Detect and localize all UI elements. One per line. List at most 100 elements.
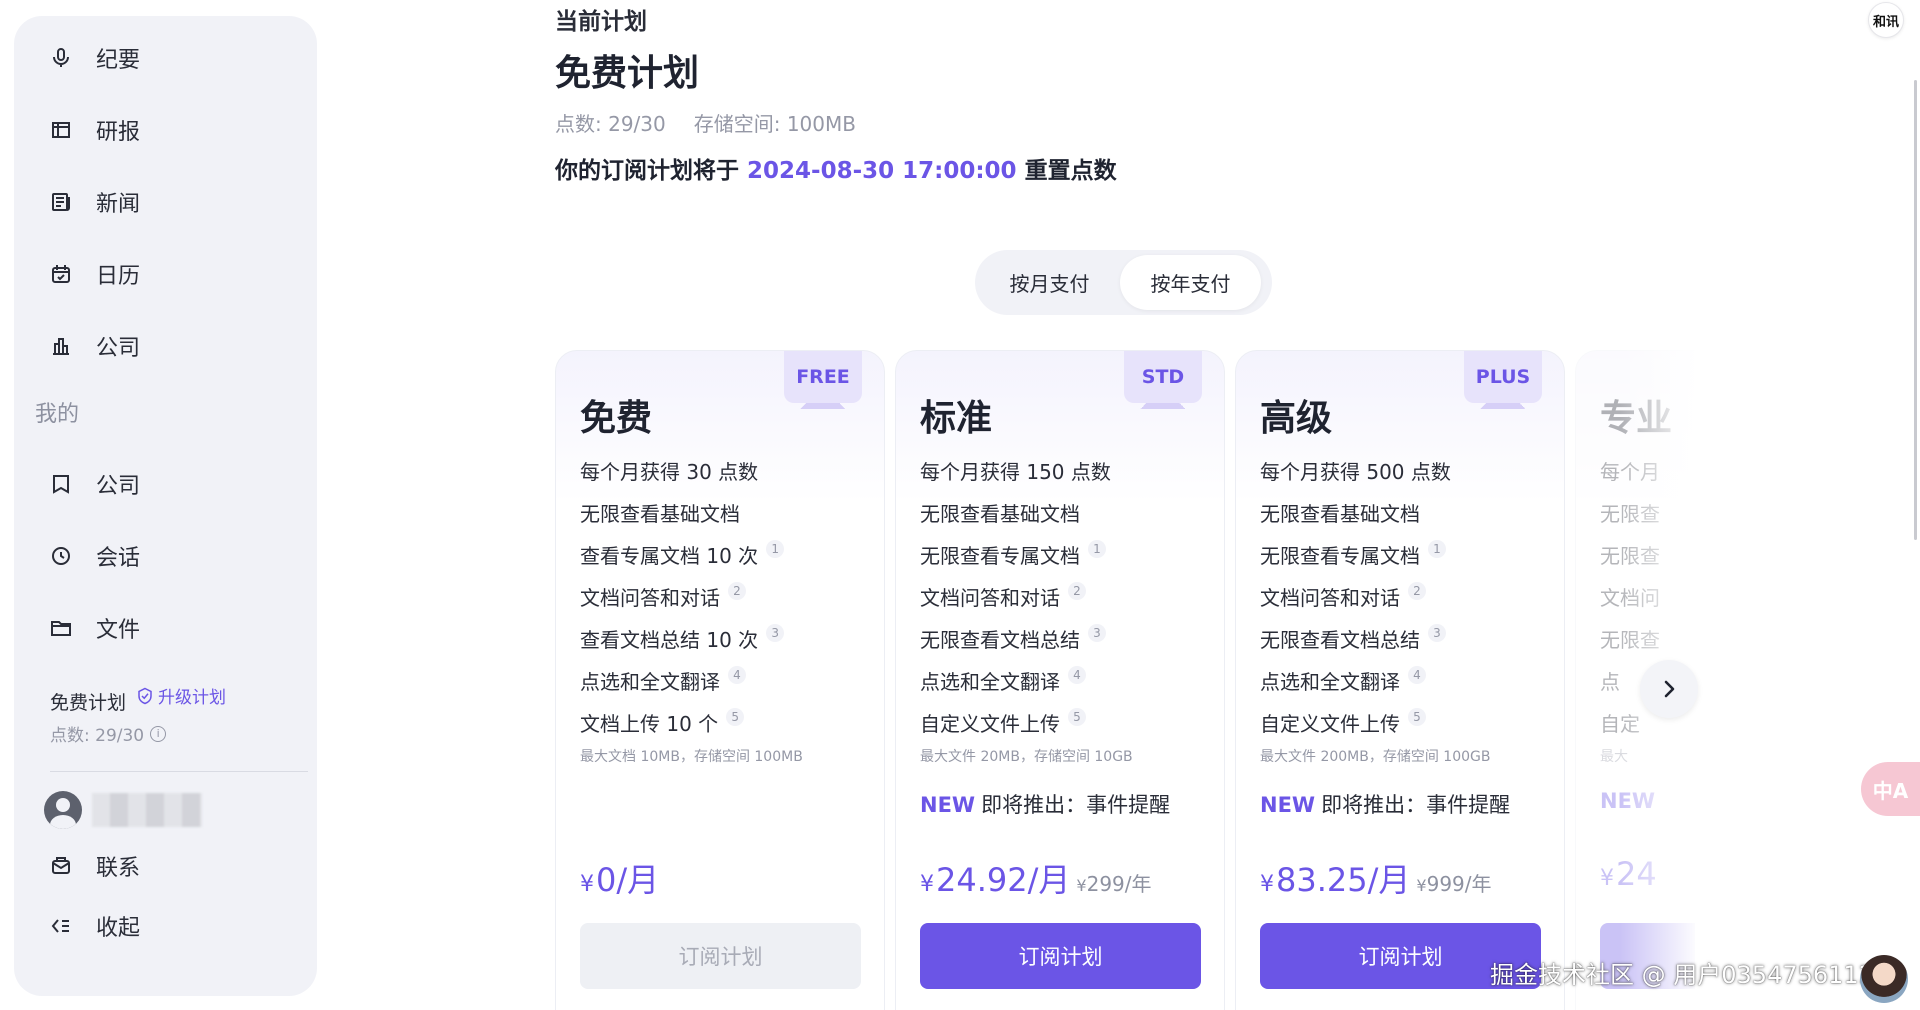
sidebar-bottom-item-1[interactable]: 收起 (14, 896, 317, 956)
plan-name: 免费 (580, 398, 653, 439)
chevron-right-icon (1664, 680, 1675, 698)
collapse-icon (48, 913, 74, 939)
footnote-marker[interactable]: 5 (726, 708, 745, 726)
plan-feature: 查看文档总结 10 次 3 (580, 619, 803, 661)
footnote-marker[interactable]: 1 (1088, 540, 1106, 558)
plan-feature: 文档问答和对话 2 (920, 577, 1170, 619)
plan-feature-text: 每个月获得 30 点数 (580, 460, 759, 484)
sidebar-my-nav: 公司 会话 文件 (14, 448, 317, 664)
plan-feature-text: 文档问答和对话 (920, 586, 1060, 610)
storage-info: 存储空间: 100MB (693, 112, 856, 136)
plan-feature-text: 文档问答和对话 (580, 586, 720, 610)
scrollbar[interactable] (1914, 80, 1917, 540)
sidebar-item-4[interactable]: 公司 (14, 310, 317, 382)
footnote-marker[interactable]: 3 (1428, 624, 1446, 642)
new-tag: NEW (1260, 793, 1316, 817)
yearly-currency: ¥ (1416, 876, 1427, 895)
sidebar-plan-name: 免费计划 (50, 692, 127, 714)
sidebar-item-label: 研报 (96, 120, 141, 145)
price-yearly: ¥999/年 (1416, 868, 1491, 897)
price-currency: ¥ (1260, 872, 1274, 897)
plan-feature: 点选和全文翻译 4 (1260, 661, 1510, 703)
sidebar-my-item-1[interactable]: 会话 (14, 520, 317, 592)
sidebar-item-label: 纪要 (96, 48, 141, 73)
news-icon (48, 189, 74, 215)
plan-feature: 文档上传 10 个 5 (580, 703, 803, 745)
info-icon[interactable]: i (150, 725, 167, 742)
plan-feature: 每个月获得 500 点数 (1260, 451, 1510, 493)
footnote-marker[interactable]: 1 (1428, 540, 1446, 558)
sidebar-my-item-0[interactable]: 公司 (14, 448, 317, 520)
plan-feature-text: 无限查看文档总结 (920, 628, 1080, 652)
mic-icon (48, 45, 74, 71)
yearly-currency: ¥ (1076, 876, 1087, 895)
upgrade-plan-label: 升级计划 (158, 688, 227, 708)
footnote-marker[interactable]: 5 (1068, 708, 1086, 726)
footnote-marker[interactable]: 3 (1088, 624, 1106, 642)
pricing-page: 纪要 研报 新闻 日历 公司 我的 公司 会话 文件 免费计划 升级计划 点数: 29/30… (0, 0, 1920, 1010)
sidebar-item-1[interactable]: 研报 (14, 94, 317, 166)
user-profile[interactable] (44, 786, 202, 834)
plan-new-feature: NEW 即将推出：事件提醒 (920, 789, 1170, 819)
plan-feature: 文档问答和对话 2 (580, 577, 803, 619)
footnote-marker[interactable]: 2 (1068, 582, 1086, 600)
plan-fine-print: 最大文档 10MB，存储空间 100MB (580, 749, 803, 765)
plan-new-feature: NEW 即将推出：事件提醒 (1260, 789, 1510, 819)
plan-feature-text: 无限查看专属文档 (920, 544, 1080, 568)
footnote-marker[interactable]: 1 (766, 540, 785, 558)
translate-button[interactable]: 中A (1861, 762, 1920, 816)
sidebar-item-2[interactable]: 新闻 (14, 166, 317, 238)
price-currency: ¥ (920, 872, 934, 897)
plan-feature: 无限查看基础文档 (580, 493, 803, 535)
sidebar-item-label: 日历 (96, 264, 141, 289)
plan-price: ¥0/月 (580, 855, 659, 901)
footnote-marker[interactable]: 4 (1408, 666, 1426, 684)
footnote-marker[interactable]: 2 (728, 582, 746, 600)
calendar-icon (48, 261, 74, 287)
footnote-marker[interactable]: 4 (728, 666, 746, 684)
new-tag: NEW (920, 793, 976, 817)
plan-name: 高级 (1260, 398, 1333, 439)
plan-price: ¥24.92/月 ¥299/年 (920, 855, 1152, 901)
plan-feature-text: 无限查看基础文档 (920, 502, 1080, 526)
folder-icon (48, 615, 74, 641)
plan-feature-text: 每个月获得 150 点数 (920, 460, 1111, 484)
plan-features: 每个月获得 150 点数 无限查看基础文档 无限查看专属文档 1 文档问答和对话 2 无限查… (920, 451, 1170, 819)
sidebar-item-label: 新闻 (96, 192, 141, 217)
next-plans-button[interactable] (1640, 660, 1698, 718)
footnote-marker[interactable]: 2 (1408, 582, 1426, 600)
sidebar-item-3[interactable]: 日历 (14, 238, 317, 310)
plan-feature-text: 无限查看基础文档 (1260, 502, 1420, 526)
sidebar-my-item-2[interactable]: 文件 (14, 592, 317, 664)
plan-name: 标准 (920, 398, 993, 439)
plan-price: ¥83.25/月 ¥999/年 (1260, 855, 1492, 901)
plan-feature-text: 查看专属文档 10 次 (580, 544, 759, 568)
brand-logo[interactable]: 和讯 (1868, 2, 1904, 38)
sidebar-bottom-item-0[interactable]: 联系 (14, 836, 317, 896)
watermark: 掘金技术社区 @ 用户035475611288 (1490, 961, 1905, 989)
sidebar-item-0[interactable]: 纪要 (14, 22, 317, 94)
yearly-option[interactable]: 按年支付 (1120, 255, 1261, 310)
plan-feature: 自定义文件上传 5 (920, 703, 1170, 745)
upgrade-plan-link[interactable]: 升级计划 (136, 683, 226, 708)
sidebar-plan-box: 免费计划 升级计划 点数: 29/30 i (14, 678, 317, 762)
username-blurred (92, 793, 202, 827)
subscribe-button[interactable]: 订阅计划 (920, 923, 1201, 989)
sidebar-points: 点数: 29/30 (50, 726, 145, 746)
plan-card: FREE 免费 每个月获得 30 点数 无限查看基础文档 查看专属文档 10 次 1 文档问… (555, 350, 885, 1010)
points-info: 点数: 29/30 (555, 112, 666, 136)
report-icon (48, 117, 74, 143)
current-plan-title: 免费计划 (555, 53, 700, 94)
plan-cards: FREE 免费 每个月获得 30 点数 无限查看基础文档 查看专属文档 10 次 1 文档问… (555, 350, 1695, 1010)
plan-feature: 无限查看文档总结 3 (1260, 619, 1510, 661)
current-plan-label: 当前计划 (555, 9, 647, 35)
monthly-option[interactable]: 按月支付 (979, 255, 1120, 310)
footnote-marker[interactable]: 3 (766, 624, 785, 642)
plan-badge: STD (1124, 351, 1202, 409)
plan-features: 每个月获得 500 点数 无限查看基础文档 无限查看专属文档 1 文档问答和对话 2 无限查… (1260, 451, 1510, 819)
subscribe-button[interactable]: 订阅计划 (580, 923, 861, 989)
footnote-marker[interactable]: 5 (1408, 708, 1426, 726)
plan-badge: PLUS (1464, 351, 1542, 409)
footnote-marker[interactable]: 4 (1068, 666, 1086, 684)
price-amount: 83.25/月 (1276, 861, 1411, 899)
